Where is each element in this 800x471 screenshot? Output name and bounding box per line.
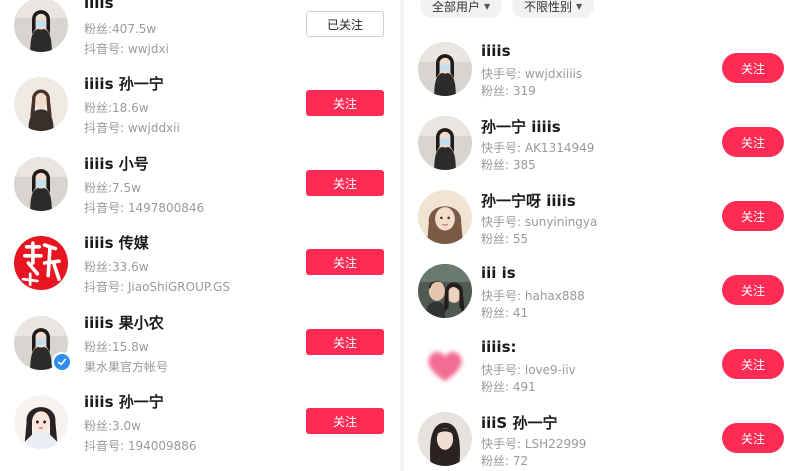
fan-count: 粉丝:15.8w — [84, 340, 149, 354]
cartoon-girl-illustration-avatar[interactable] — [14, 395, 68, 449]
user-row: iiiS 孙一宁快手号: LSH22999 粉丝: 72 关注 — [404, 410, 800, 470]
user-name[interactable]: iiiis — [481, 42, 511, 60]
fan-count: 粉丝: 491 — [481, 380, 536, 394]
filter-label: 不限性别 — [524, 0, 573, 14]
follow-button[interactable]: 关注 — [722, 349, 784, 379]
account-id: 抖音号: wwjdxi — [84, 42, 169, 56]
user-name[interactable]: iiiis 传媒 — [84, 232, 149, 253]
follow-button[interactable]: 关注 — [722, 201, 784, 231]
girl-portrait-photo-avatar[interactable] — [14, 77, 68, 131]
caret-down-icon: ▼ — [576, 1, 583, 11]
girl-selfie-photo-avatar[interactable] — [418, 190, 472, 244]
blurred-pink-heart-avatar[interactable] — [418, 338, 472, 392]
user-name[interactable]: 孙一宁 iiiis — [481, 116, 561, 137]
fan-count: 粉丝:7.5w — [84, 181, 141, 195]
follow-button[interactable]: 关注 — [306, 170, 384, 196]
user-row: 孙一宁呀 iiiis 快手号: sunyiningya 粉丝: 55 关注 — [404, 188, 800, 248]
account-id: 快手号: LSH22999 — [481, 437, 587, 451]
girl-with-mask-photo-avatar[interactable] — [418, 42, 472, 96]
fan-count: 粉丝: 72 — [481, 454, 529, 468]
user-name[interactable]: iiiis: — [481, 338, 517, 356]
caret-down-icon: ▼ — [484, 1, 491, 11]
user-row: iii is 快手号: hahax888 粉丝: 41 关注 — [404, 262, 800, 322]
fan-count: 粉丝:18.6w — [84, 101, 149, 115]
follow-button[interactable]: 关注 — [722, 423, 784, 453]
account-id: 抖音号: 1497800846 — [84, 201, 205, 215]
kuaishou-user-results: 全部用户 ▼ 不限性别 ▼ iiiis 快手号: wwjdxiiiis 粉丝: 319 关注孙… — [404, 0, 800, 471]
follow-button[interactable]: 关注 — [306, 408, 384, 434]
account-id: 快手号: wwjdxiiiis — [481, 67, 583, 81]
user-name[interactable]: iiiS 孙一宁 — [481, 412, 557, 433]
user-row: iiiis 粉丝:407.5w 抖音号: wwjdxi 已关注 — [0, 0, 400, 74]
red-calligraphy-logo-avatar[interactable] — [14, 236, 68, 290]
user-row: iiiis 小号粉丝:7.5w 抖音号: 1497800846 关注 — [0, 153, 400, 233]
girl-with-mask-photo-avatar[interactable] — [418, 116, 472, 170]
followed-button[interactable]: 已关注 — [306, 11, 384, 37]
user-name[interactable]: iiiis 孙一宁 — [84, 391, 164, 412]
fan-count: 粉丝: 385 — [481, 158, 536, 172]
filter-dropdown-user-type[interactable]: 全部用户 ▼ — [420, 0, 503, 18]
fan-count: 粉丝: 319 — [481, 84, 536, 98]
user-row: iiiis 传媒粉丝:33.6w 抖音号: JiaoShiGROUP.GS 关注 — [0, 232, 400, 312]
account-id: 快手号: sunyiningya — [481, 215, 598, 229]
account-id: 快手号: hahax888 — [481, 289, 585, 303]
filter-dropdown-gender[interactable]: 不限性别 ▼ — [512, 0, 595, 18]
user-row: iiiis 快手号: wwjdxiiiis 粉丝: 319 关注 — [404, 40, 800, 100]
user-name[interactable]: iiiis — [84, 0, 114, 12]
girl-long-hair-photo-avatar[interactable] — [418, 412, 472, 466]
follow-button[interactable]: 关注 — [722, 275, 784, 305]
follow-button[interactable]: 关注 — [306, 329, 384, 355]
girl-with-mask-photo-avatar[interactable] — [14, 157, 68, 211]
user-row: iiiis 孙一宁粉丝:18.6w 抖音号: wwjddxii 关注 — [0, 73, 400, 153]
user-row: iiiis 孙一宁粉丝:3.0w 抖音号: 194009886 关注 — [0, 391, 400, 471]
follow-button[interactable]: 关注 — [306, 90, 384, 116]
user-name[interactable]: 孙一宁呀 iiiis — [481, 190, 576, 211]
user-row: iiiis 果小农粉丝:15.8w 果水果官方帐号 关注 — [0, 312, 400, 392]
filter-label: 全部用户 — [432, 0, 481, 14]
account-id: 抖音号: wwjddxii — [84, 121, 180, 135]
fan-count: 粉丝:33.6w — [84, 260, 149, 274]
account-id: 抖音号: JiaoShiGROUP.GS — [84, 280, 230, 294]
verified-badge-icon — [52, 352, 72, 372]
user-name[interactable]: iiiis 孙一宁 — [84, 73, 164, 94]
user-row: iiiis: 快手号: love9-iiv 粉丝: 491 关注 — [404, 336, 800, 396]
girl-with-mask-photo-avatar[interactable] — [14, 0, 68, 52]
account-id: 果水果官方帐号 — [84, 360, 169, 374]
user-row: 孙一宁 iiiis 快手号: AK1314949 粉丝: 385 关注 — [404, 114, 800, 174]
account-id: 快手号: AK1314949 — [481, 141, 595, 155]
fan-count: 粉丝:407.5w — [84, 22, 157, 36]
fan-count: 粉丝:3.0w — [84, 419, 141, 433]
fan-count: 粉丝: 55 — [481, 232, 529, 246]
user-name[interactable]: iii is — [481, 264, 516, 282]
douyin-user-results: iiiis 粉丝:407.5w 抖音号: wwjdxi 已关注 iiiis 孙一宁 粉丝:… — [0, 0, 400, 471]
account-id: 快手号: love9-iiv — [481, 363, 576, 377]
user-name[interactable]: iiiis 果小农 — [84, 312, 164, 333]
fan-count: 粉丝: 41 — [481, 306, 529, 320]
follow-button[interactable]: 关注 — [722, 53, 784, 83]
user-name[interactable]: iiiis 小号 — [84, 153, 149, 174]
follow-button[interactable]: 关注 — [722, 127, 784, 157]
couple-photo-avatar[interactable] — [418, 264, 472, 318]
account-id: 抖音号: 194009886 — [84, 439, 197, 453]
follow-button[interactable]: 关注 — [306, 249, 384, 275]
